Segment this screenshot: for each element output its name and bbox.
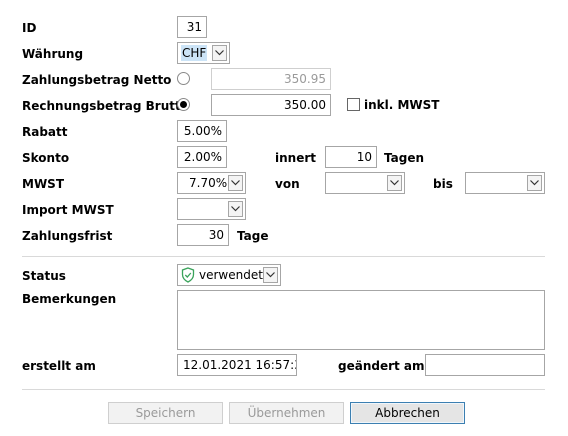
waehrung-combobox[interactable]: CHF xyxy=(177,42,230,64)
id-field[interactable]: 31 xyxy=(177,16,207,38)
rechnungsbetrag-brutto-radio[interactable] xyxy=(177,98,190,111)
chevron-down-icon[interactable] xyxy=(228,175,243,191)
waehrung-label: Währung xyxy=(22,47,84,61)
rechnungsbetrag-brutto-label: Rechnungsbetrag Brutto xyxy=(22,99,189,113)
status-label: Status xyxy=(22,269,66,283)
inkl-mwst-checkbox[interactable] xyxy=(347,98,360,111)
apply-button[interactable]: Übernehmen xyxy=(229,402,344,424)
status-combobox[interactable]: verwendet xyxy=(177,264,281,286)
geaendert-am-label: geändert am xyxy=(338,359,425,373)
waehrung-value: CHF xyxy=(181,45,208,61)
zahlungsbetrag-netto-field[interactable]: 350.95 xyxy=(211,68,331,90)
import-mwst-label: Import MWST xyxy=(22,203,114,217)
zahlungsfrist-field[interactable]: 30 xyxy=(177,224,229,246)
erstellt-am-label: erstellt am xyxy=(22,359,96,373)
shield-check-icon xyxy=(181,267,195,283)
innert-label: innert xyxy=(275,151,316,165)
rabatt-label: Rabatt xyxy=(22,125,68,139)
cancel-button[interactable]: Abbrechen xyxy=(350,402,465,424)
chevron-down-icon[interactable] xyxy=(263,267,278,283)
zahlungsbetrag-netto-radio[interactable] xyxy=(177,72,190,85)
mwst-label: MWST xyxy=(22,177,65,191)
import-mwst-combobox[interactable] xyxy=(177,198,246,220)
separator xyxy=(22,389,545,390)
von-combobox[interactable] xyxy=(325,172,405,194)
id-label: ID xyxy=(22,21,37,35)
chevron-down-icon[interactable] xyxy=(228,201,243,217)
zahlungsbetrag-netto-label: Zahlungsbetrag Netto xyxy=(22,73,172,87)
tage-label: Tage xyxy=(237,229,269,243)
chevron-down-icon[interactable] xyxy=(387,175,402,191)
separator xyxy=(22,256,545,257)
rabatt-field[interactable]: 5.00% xyxy=(177,120,227,142)
bis-label: bis xyxy=(433,177,453,191)
inkl-mwst-label: inkl. MWST xyxy=(364,98,440,112)
chevron-down-icon[interactable] xyxy=(212,45,227,61)
status-value: verwendet xyxy=(199,268,263,282)
skonto-label: Skonto xyxy=(22,151,70,165)
erstellt-am-field[interactable]: 12.01.2021 16:57:38 xyxy=(177,354,297,376)
bemerkungen-textarea[interactable] xyxy=(177,290,545,350)
rechnungsbetrag-brutto-field[interactable]: 350.00 xyxy=(211,94,331,116)
bis-combobox[interactable] xyxy=(465,172,545,194)
innert-field[interactable]: 10 xyxy=(325,146,377,168)
zahlungsfrist-label: Zahlungsfrist xyxy=(22,229,113,243)
mwst-value: 7.70% xyxy=(189,176,228,190)
save-button[interactable]: Speichern xyxy=(108,402,223,424)
geaendert-am-field[interactable] xyxy=(425,354,545,376)
skonto-field[interactable]: 2.00% xyxy=(177,146,227,168)
chevron-down-icon[interactable] xyxy=(527,175,542,191)
bemerkungen-label: Bemerkungen xyxy=(22,292,117,306)
mwst-combobox[interactable]: 7.70% xyxy=(177,172,246,194)
tagen-label: Tagen xyxy=(384,151,425,165)
von-label: von xyxy=(275,177,300,191)
